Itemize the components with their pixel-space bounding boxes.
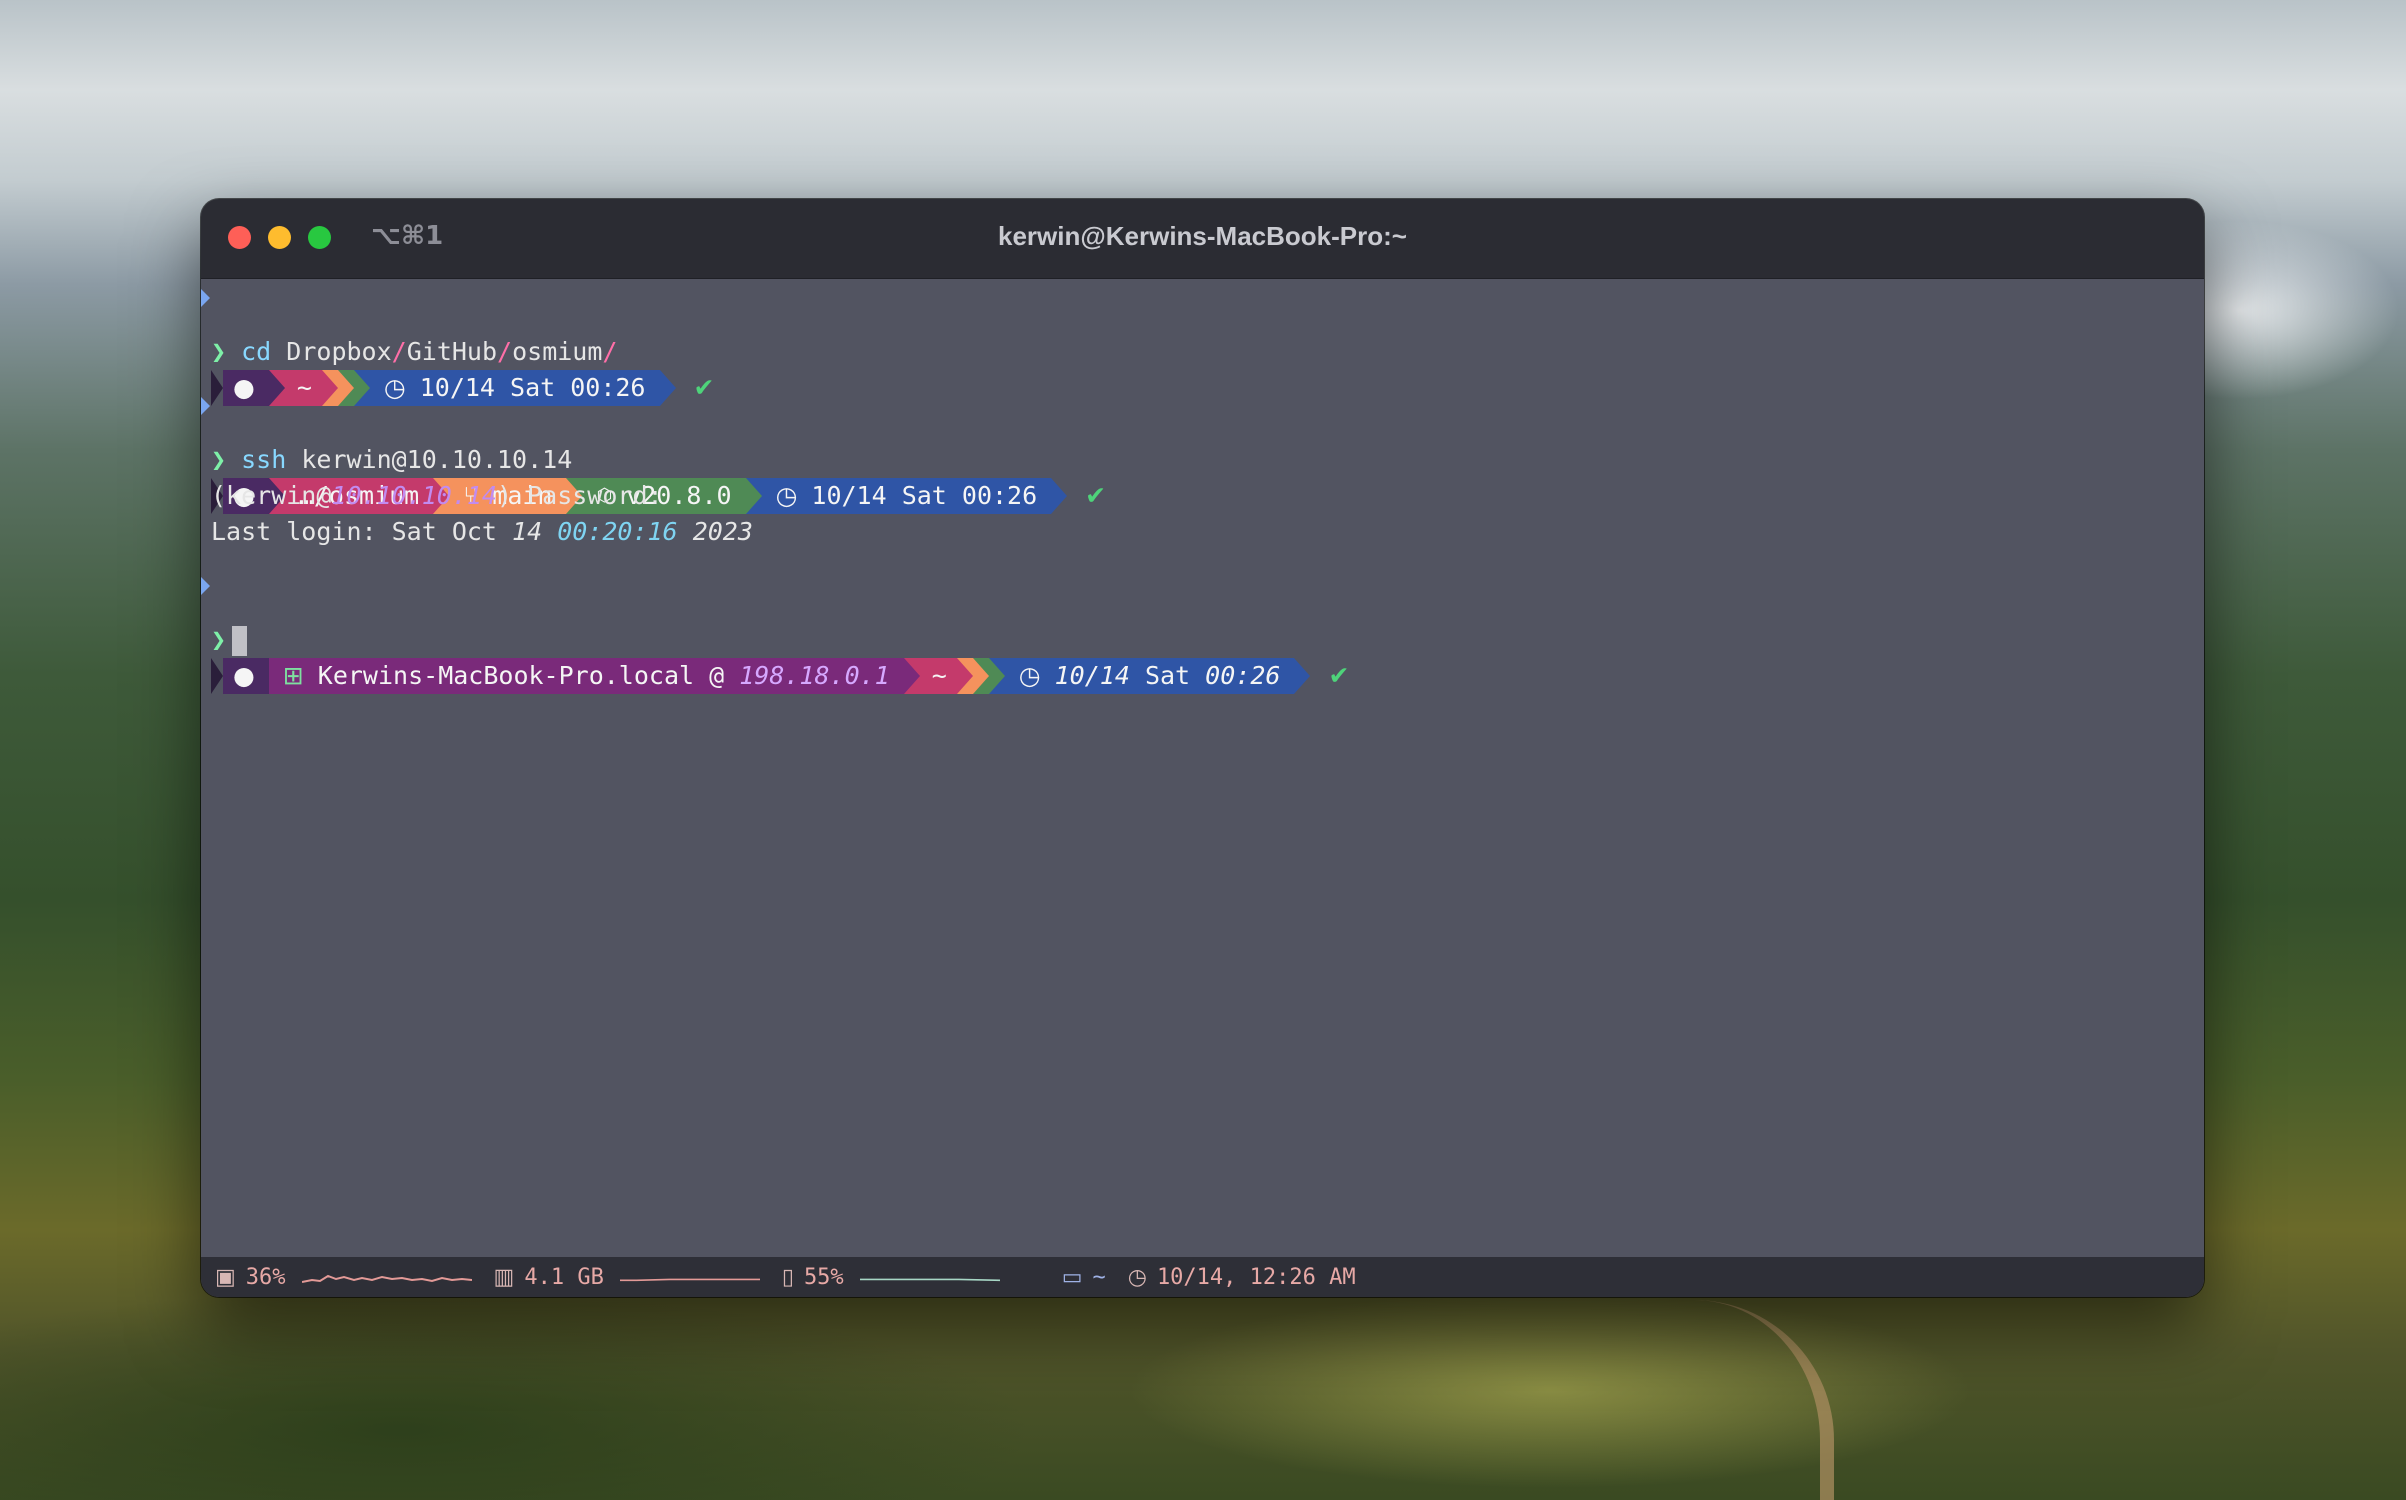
login-day-text: 14 [512,517,543,546]
output-text: ) Password: [497,481,663,510]
command-line-1: ❯ cd Dropbox/GitHub/osmium/ [211,334,617,370]
password-prompt-line: (kerwin@10.10.10.14) Password: [211,478,663,514]
folder-value: ~ [1092,1264,1106,1290]
segment-start-arrow [211,658,223,694]
host-segment: ⊞ Kerwins-MacBook-Pro.local @ 198.18.0.1 [268,658,904,694]
battery-icon: ▯ [781,1264,794,1290]
directory-text: ~ [296,373,312,402]
time-segment: ◷ 10/14 Sat 00:26 [1004,658,1295,694]
segment-end-arrow [1294,658,1311,694]
prompt-line-3: ● ⊞ Kerwins-MacBook-Pro.local @ 198.18.0… [211,586,1349,694]
apple-icon: ● [233,661,255,690]
prompt-gutter-marker [201,577,210,595]
segment-arrow [956,658,973,694]
prompt-gutter-marker [201,289,210,307]
apple-segment: ● [223,658,269,694]
segment-arrow [337,370,354,406]
folder-status: ▭ ~ [1062,1265,1106,1290]
path-part: Dropbox [286,337,392,366]
time-text: 10/14 Sat 00:26 [811,481,1038,510]
terminal-window[interactable]: ⌥⌘1 kerwin@Kerwins-MacBook-Pro:~ ● ~ ◷ 1… [201,199,2204,1297]
last-login-line: Last login: Sat Oct 14 00:20:16 2023 [211,514,753,550]
login-year-text: 2023 [692,517,753,546]
segment-end-arrow [1051,478,1068,514]
battery-status: ▯ 55% [782,1265,1000,1290]
time-segment: ◷ 10/14 Sat 00:26 [369,370,660,406]
terminal-content[interactable]: ● ~ ◷ 10/14 Sat 00:26 ✔ ❯ cd Dropbox/Git… [201,279,2204,1257]
path-separator: / [602,337,618,366]
cpu-icon: ▣ [215,1264,236,1290]
command-line-2: ❯ ssh kerwin@10.10.10.14 [211,442,572,478]
prompt-chevron: ❯ [211,445,227,474]
success-check-icon: ✔ [693,373,715,402]
path-separator: / [497,337,513,366]
time-clock-text: 00:26 [1205,661,1281,690]
segment-arrow [321,370,338,406]
command-name: ssh [241,445,287,474]
text-cursor [232,626,248,656]
title-bar[interactable]: ⌥⌘1 kerwin@Kerwins-MacBook-Pro:~ [201,199,2204,279]
path-part: osmium [512,337,603,366]
time-date-text: 10/14 [1054,661,1130,690]
command-line-current[interactable]: ❯ [211,622,248,658]
datetime-value: 10/14, 12:26 AM [1156,1264,1356,1290]
segment-arrow [988,658,1005,694]
cpu-status: ▣ 36% [215,1265,472,1290]
clock-icon: ◷ [1127,1264,1147,1290]
directory-text: ~ [931,661,947,690]
output-text: Last login: Sat Oct [211,517,513,546]
success-check-icon: ✔ [1328,661,1350,690]
apple-segment: ● [223,370,269,406]
cpu-sparkline [301,1274,472,1283]
prompt-chevron: ❯ [211,337,227,366]
segment-start-arrow [211,370,223,406]
desktop-landscape [0,1270,2406,1500]
hostname-text: Kerwins-MacBook-Pro.local @ [317,661,740,690]
command-argument: kerwin@10.10.10.14 [301,445,573,474]
battery-value: 55% [803,1264,844,1290]
clock-icon: ◷ [383,373,406,402]
clock-icon: ◷ [1018,661,1041,690]
prompt-line-2: ● …/osmium ⑂ main ⬡ v20.8.0 ◷ 10/14 Sat … [211,406,1106,514]
segment-arrow [903,658,920,694]
segment-end-arrow [659,370,676,406]
prompt-chevron: ❯ [211,625,227,654]
time-segment: ◷ 10/14 Sat 00:26 [761,478,1052,514]
login-time-text: 00:20:16 [557,517,678,546]
memory-value: 4.1 GB [524,1264,604,1290]
ip-address-text: 198.18.0.1 [739,661,890,690]
segment-arrow [972,658,989,694]
time-text: 10/14 Sat 00:26 [419,373,646,402]
battery-sparkline [859,1278,1000,1282]
success-check-icon: ✔ [1085,481,1107,510]
cpu-value: 36% [245,1264,286,1290]
network-icon: ⊞ [282,661,304,690]
directory-segment: ~ [284,370,322,406]
memory-status: ▥ 4.1 GB [494,1265,760,1290]
memory-sparkline [619,1278,760,1282]
window-title: kerwin@Kerwins-MacBook-Pro:~ [998,221,1407,251]
output-text: (kerwin@ [211,481,332,510]
time-day-text: Sat [1144,661,1191,690]
apple-icon: ● [233,373,255,402]
segment-arrow [745,478,762,514]
directory-segment: ~ [919,658,957,694]
datetime-status: ◷ 10/14, 12:26 AM [1128,1265,1356,1290]
memory-icon: ▥ [493,1264,515,1290]
status-bar: ▣ 36% ▥ 4.1 GB ▯ 55% ▭ ~ ◷ 10/14, 12:26 … [201,1257,2204,1297]
ip-address-text: 10.10.10.14 [331,481,497,510]
command-name: cd [241,337,272,366]
segment-arrow [353,370,370,406]
path-separator: / [391,337,407,366]
segment-arrow [268,370,285,406]
prompt-line-1: ● ~ ◷ 10/14 Sat 00:26 ✔ [211,298,714,406]
prompt-gutter-marker [201,397,210,415]
clock-icon: ◷ [775,481,798,510]
folder-icon: ▭ [1061,1264,1083,1290]
path-part: GitHub [406,337,498,366]
